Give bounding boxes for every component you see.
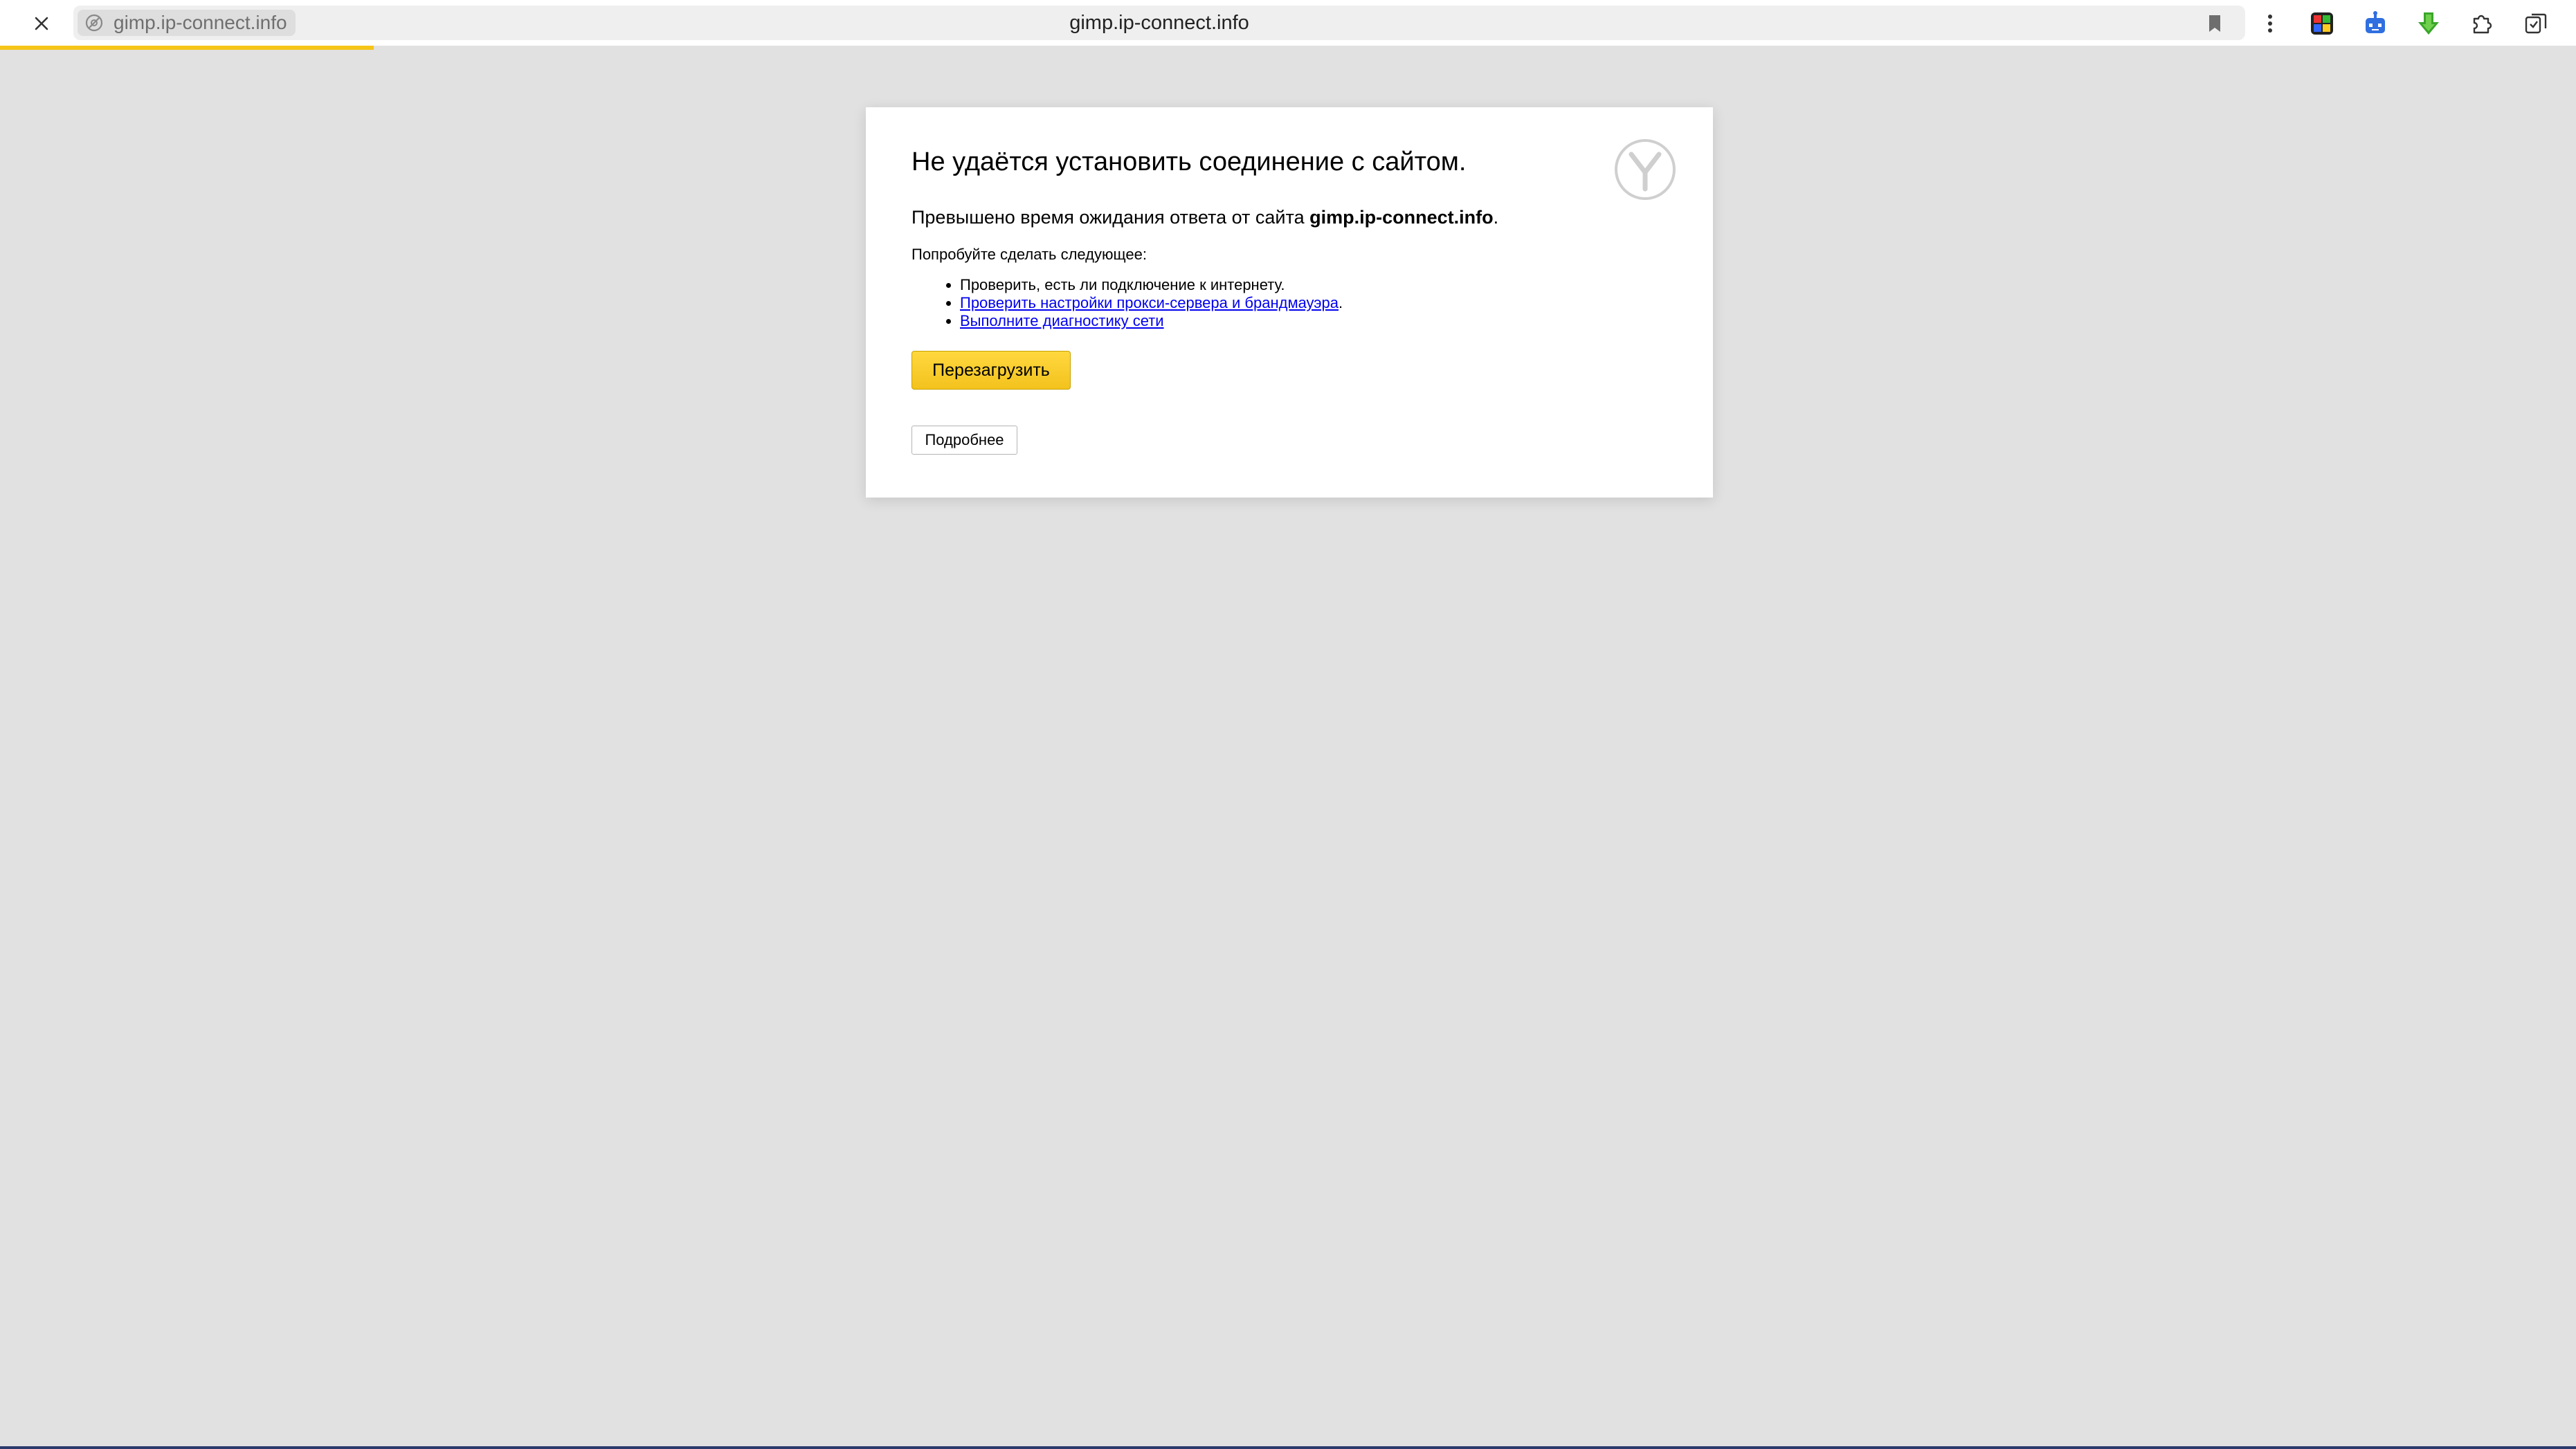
collections-button[interactable] — [2519, 7, 2552, 40]
extensions-button[interactable] — [2465, 7, 2498, 40]
reload-button[interactable]: Перезагрузить — [911, 351, 1071, 390]
page-load-progress — [0, 46, 374, 50]
error-description-text: Превышено время ожидания ответа от сайта — [911, 207, 1310, 228]
error-card: Не удаётся установить соединение с сайто… — [866, 107, 1713, 498]
menu-button[interactable] — [2253, 7, 2287, 40]
check-proxy-link[interactable]: Проверить настройки прокси-сервера и бра… — [960, 294, 1339, 311]
bookmark-button[interactable] — [2201, 10, 2229, 37]
error-description: Превышено время ожидания ответа от сайта… — [911, 207, 1498, 228]
network-diagnostics-link[interactable]: Выполните диагностику сети — [960, 312, 1164, 329]
puzzle-extensions-icon — [2473, 15, 2492, 34]
error-host: gimp.ip-connect.info — [1309, 207, 1494, 228]
extension-colorful-icon — [2311, 12, 2333, 35]
yandex-logo-icon — [1615, 139, 1676, 200]
suggestion-list: Проверить, есть ли подключение к интерне… — [911, 276, 1343, 330]
extension-colorful-button[interactable] — [2305, 7, 2339, 40]
extension-robot-icon — [2366, 11, 2385, 33]
browser-toolbar: gimp.ip-connect.info gimp.ip-connect.inf… — [0, 0, 2576, 46]
address-bar[interactable]: gimp.ip-connect.info gimp.ip-connect.inf… — [73, 6, 2245, 40]
extension-robot-button[interactable] — [2359, 7, 2392, 40]
details-button[interactable]: Подробнее — [911, 426, 1017, 455]
collections-icon — [2525, 13, 2547, 34]
close-icon — [35, 17, 48, 30]
suggestion-check-proxy: Проверить настройки прокси-сервера и бра… — [960, 294, 1343, 312]
error-description-end: . — [1493, 207, 1499, 228]
suggestion-text: Проверить, есть ли подключение к интерне… — [960, 276, 1285, 293]
close-tab-button[interactable] — [26, 8, 57, 39]
menu-dots-icon — [2268, 15, 2272, 33]
suggestion-diagnostics: Выполните диагностику сети — [960, 312, 1343, 330]
bottom-edge-line — [0, 1446, 2576, 1449]
page-title: gimp.ip-connect.info — [1069, 12, 1249, 34]
error-title: Не удаётся установить соединение с сайто… — [911, 147, 1467, 176]
bookmark-icon — [2209, 15, 2220, 32]
download-button[interactable] — [2412, 7, 2445, 40]
suggestion-check-internet: Проверить, есть ли подключение к интерне… — [960, 276, 1343, 294]
suggestion-suffix: . — [1339, 294, 1343, 311]
download-arrow-icon — [2418, 12, 2439, 35]
try-label: Попробуйте сделать следующее: — [911, 246, 1147, 263]
